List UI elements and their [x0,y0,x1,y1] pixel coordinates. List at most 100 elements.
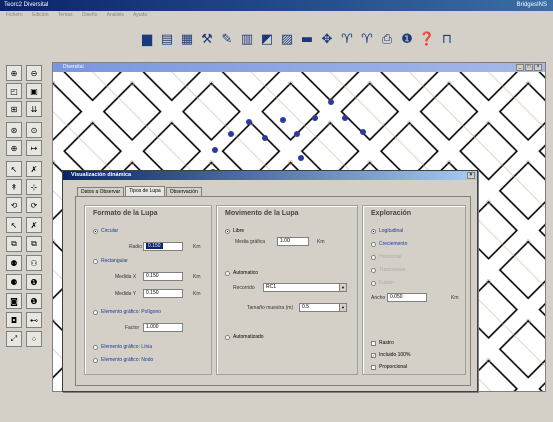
circular-radio[interactable]: Circular [93,228,118,234]
measure-icon[interactable]: ↦ [26,140,42,156]
pan-icon[interactable]: ⊞ [6,101,22,117]
zoom-center-icon[interactable]: ⊛ [6,122,22,138]
radio-icon [93,309,98,315]
tab-tipos-de-lupa[interactable]: Tipos de Lupa [125,186,165,196]
dynamic-visualization-dialog: Visualización dinámica × Datos a Observa… [62,170,478,392]
medida-y-label: Medida Y [115,291,137,297]
table-icon[interactable]: ▥ [238,30,256,48]
radio-icon [371,254,376,260]
zoom-out-icon[interactable]: ⊖ [26,65,42,81]
chevron-down-icon[interactable]: ▼ [339,304,346,311]
left-toolbox: ⊕ ⊖ ◰ ▣ ⊞ ⇊ ⊛ ⊙ ⊕ ↦ ↖ ✗ ↟ ⊹ ⟲ ⟳ ↖ ✗ ⧉ ⧉ … [0,60,52,422]
recorrido-label: Recorrido [233,285,255,291]
close-icon[interactable]: × [467,172,475,179]
node-icon[interactable]: ⊹ [26,179,42,195]
edit-icon[interactable]: ✎ [218,30,236,48]
radio-label: Radio [129,244,143,250]
medida-y-field[interactable]: 0.150 [143,289,183,298]
measure-icon[interactable]: ▨ [278,30,296,48]
formato-group: Formato de la Lupa Circular Radio 0.150 … [84,205,212,375]
rastro-checkbox[interactable]: Rastro [371,340,394,346]
snap-icon[interactable]: ❶ [26,293,42,309]
points-icon[interactable]: ⁘ [26,331,42,347]
nodo-radio[interactable]: Elemento gráfico: Nodo [93,357,153,363]
info-icon[interactable]: ↟ [6,179,22,195]
media-grafica-field[interactable]: 1.00 [277,237,309,246]
movimiento-group: Movimento de la Lupa Libre Media gráfica… [216,205,358,375]
checkbox-icon [371,340,376,346]
print-icon[interactable]: ⎙ [378,30,396,48]
tab-datos-a-observar[interactable]: Datos a Observar [77,187,125,196]
paste-icon[interactable]: ⧉ [26,236,42,252]
break-icon[interactable]: ◙ [6,293,22,309]
info2-icon[interactable]: ❶ [26,274,42,290]
redo-icon[interactable]: ⟳ [26,197,42,213]
fusion-radio[interactable]: Fusión [371,280,394,286]
exploracion-heading: Exploración [371,210,412,217]
add-node-icon[interactable]: ⚈ [6,274,22,290]
menu-ayuda[interactable]: Ayuda [133,12,147,18]
filter2-icon[interactable]: ♈ [358,30,376,48]
automatico-radio[interactable]: Automatico [225,270,258,276]
linea-radio[interactable]: Elemento gráfico: Línia [93,344,152,350]
menu-analisis[interactable]: Análisis [107,12,124,18]
film-icon[interactable]: ▬ [298,30,316,48]
medida-x-field[interactable]: 0.150 [143,272,183,281]
poligono-radio[interactable]: Elemento gráfico: Polígono [93,309,161,315]
ancho-field[interactable]: 0.050 [387,293,427,302]
delete-node-icon[interactable]: ✗ [26,217,42,233]
move-icon[interactable]: ⊕ [6,140,22,156]
delete-icon[interactable]: ✗ [26,161,42,177]
curve-icon[interactable]: ⤢ [6,331,22,347]
menu-fichero[interactable]: Fichero [6,12,23,18]
tamano-muestra-select[interactable]: 0.5 ▼ [299,303,347,312]
km-label: Km [193,274,201,280]
split-icon[interactable]: ⚇ [26,255,42,271]
zoom-extent-icon[interactable]: ⊙ [26,122,42,138]
app-title: Teorc2 Diversital [4,2,49,8]
layers-icon[interactable]: ◘ [6,312,22,328]
creciemento-radio[interactable]: Creciemento [371,241,407,247]
select-icon[interactable]: ↖ [6,161,22,177]
undo-icon[interactable]: ⟲ [6,197,22,213]
horizontal-radio[interactable]: Horizontal [371,254,402,260]
incluido-checkbox[interactable]: ✓ Incluido 100% [371,352,410,358]
zoom-in-icon[interactable]: ⊕ [6,65,22,81]
menu-diseno[interactable]: Diseño [82,12,98,18]
maximize-icon[interactable]: □ [525,64,533,71]
automatizado-radio[interactable]: Automatizado [225,334,264,340]
medida-x-label: Medida X [115,274,137,280]
logitudinal-radio[interactable]: Logitudinal [371,228,403,234]
chevron-down-icon[interactable]: ▼ [339,284,346,291]
close-icon[interactable]: × [534,64,542,71]
select-icon[interactable]: ◩ [258,30,276,48]
layout-icon[interactable]: ▦ [178,30,196,48]
rectangular-radio[interactable]: Rectangular [93,258,128,264]
info-icon[interactable]: ❶ [398,30,416,48]
proporcional-checkbox[interactable]: Proporcional [371,364,407,370]
network-icon[interactable]: ✥ [318,30,336,48]
tab-observacion[interactable]: Observación [165,187,202,196]
tools-icon[interactable]: ⚒ [198,30,216,48]
save-icon[interactable]: ▤ [158,30,176,48]
folder-icon[interactable]: ▆ [138,30,156,48]
window-icon[interactable]: ⊓ [438,30,456,48]
zoom-all-icon[interactable]: ▣ [26,83,42,99]
cut-icon[interactable]: ↖ [6,217,22,233]
libre-radio[interactable]: Libre [225,228,244,234]
transversal-radio[interactable]: Transversal [371,267,405,273]
menu-temas[interactable]: Temas [58,12,73,18]
zoom-window-icon[interactable]: ◰ [6,83,22,99]
filter-icon[interactable]: ♈ [338,30,356,48]
minimize-icon[interactable]: _ [516,64,524,71]
refresh-icon[interactable]: ⇊ [26,101,42,117]
exploracion-group: Exploración Logitudinal Creciemento Hori… [362,205,466,375]
help-icon[interactable]: ❓ [418,30,436,48]
join-icon[interactable]: ⚉ [6,255,22,271]
copy-icon[interactable]: ⧉ [6,236,22,252]
table-icon[interactable]: ⊷ [26,312,42,328]
factor-field[interactable]: 1.000 [143,323,183,332]
radio-field[interactable]: 0.150 [143,242,183,251]
recorrido-select[interactable]: RC1 ▼ [263,283,347,292]
menu-edicion[interactable]: Edición [32,12,48,18]
